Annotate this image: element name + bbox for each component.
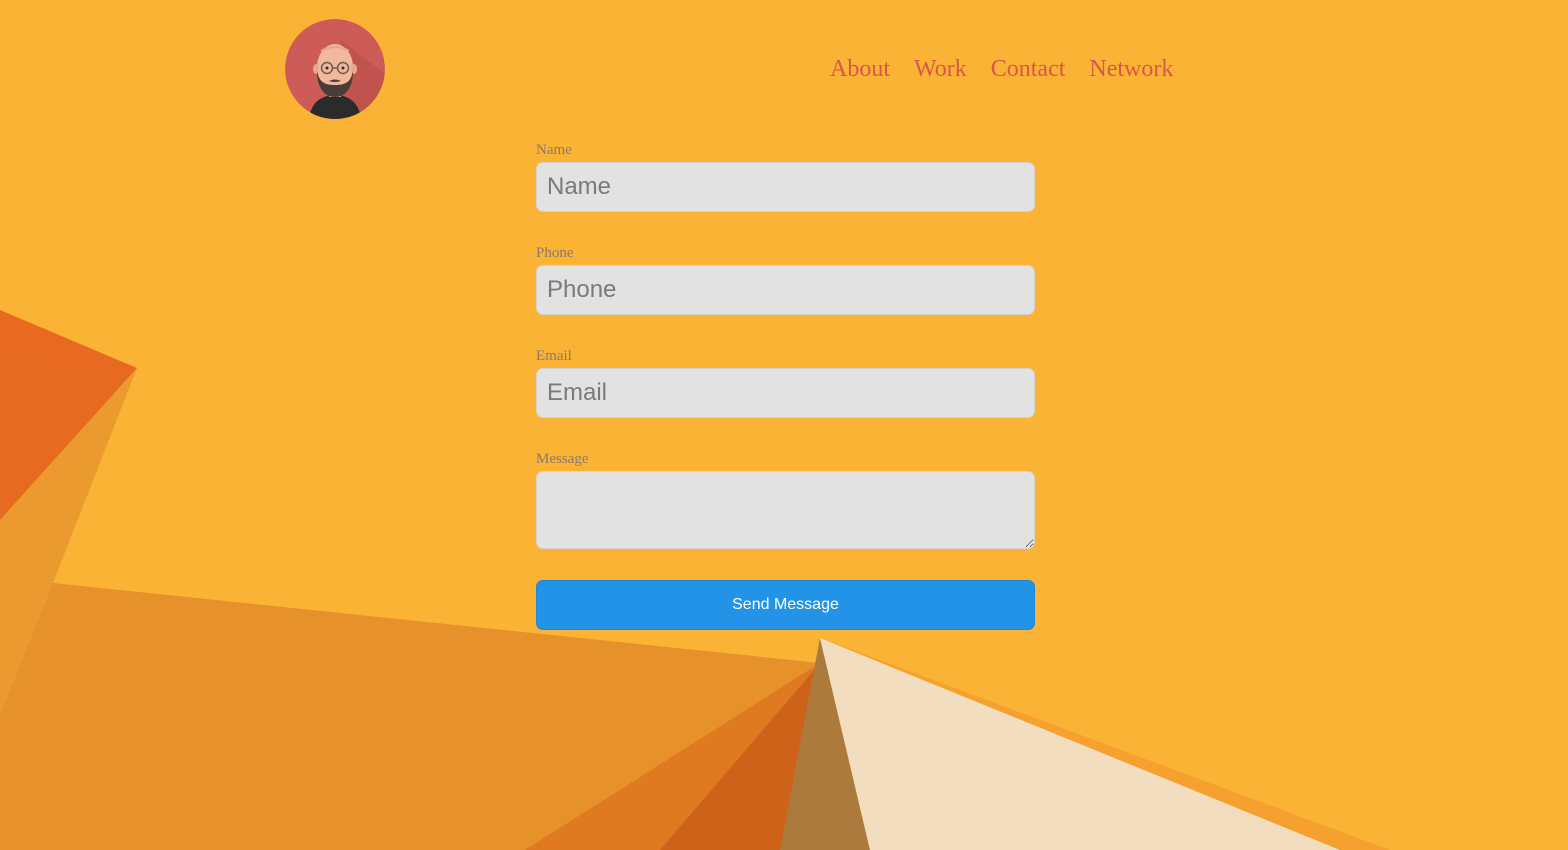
message-label: Message xyxy=(536,451,589,467)
nav-link-about[interactable]: About xyxy=(830,55,890,83)
email-label: Email xyxy=(536,348,572,364)
email-group: Email xyxy=(536,346,1035,418)
main-nav: About Work Contact Network xyxy=(830,55,1173,83)
nav-link-contact[interactable]: Contact xyxy=(991,55,1066,83)
name-input[interactable] xyxy=(536,162,1035,212)
phone-label: Phone xyxy=(536,245,574,261)
avatar[interactable] xyxy=(285,19,385,119)
avatar-illustration-icon xyxy=(285,19,385,119)
phone-input[interactable] xyxy=(536,265,1035,315)
message-group: Message xyxy=(536,449,1035,549)
nav-link-network[interactable]: Network xyxy=(1089,55,1173,83)
email-input[interactable] xyxy=(536,368,1035,418)
message-textarea[interactable] xyxy=(536,471,1035,549)
nav-link-work[interactable]: Work xyxy=(914,55,967,83)
phone-group: Phone xyxy=(536,243,1035,315)
name-group: Name xyxy=(536,140,1035,212)
name-label: Name xyxy=(536,142,572,158)
send-message-button[interactable]: Send Message xyxy=(536,580,1035,630)
contact-form: Name Phone Email Message Send Message xyxy=(536,140,1035,630)
